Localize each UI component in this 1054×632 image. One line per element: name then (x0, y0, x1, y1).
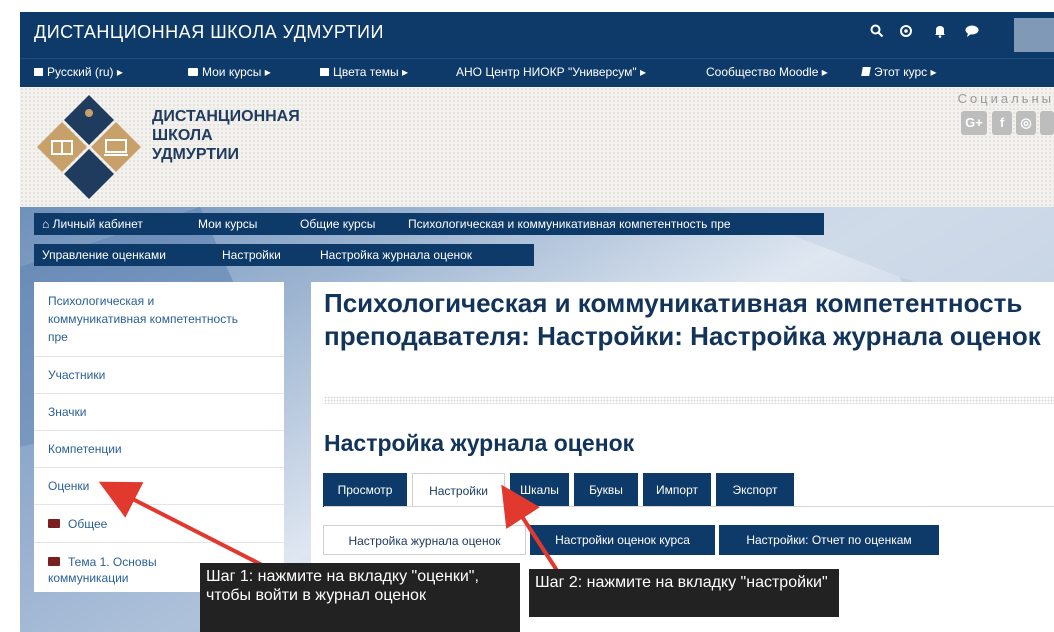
google-plus-icon[interactable]: G+ (961, 111, 987, 135)
section-title: Настройка журнала оценок (324, 430, 635, 456)
breadcrumb-gradebook-setup[interactable]: Настройка журнала оценок (312, 244, 534, 266)
menu-theme-colors-label: Цвета темы ▸ (333, 65, 409, 79)
tab-scales[interactable]: Шкалы (510, 473, 569, 507)
tab-import[interactable]: Импорт (643, 473, 711, 507)
logo-line-2: ШКОЛА (152, 127, 213, 144)
step1-callout: Шаг 1: нажмите на вкладку "оценки", чтоб… (200, 563, 520, 632)
breadcrumb-grade-admin[interactable]: Управление оценками (34, 244, 220, 266)
breadcrumb-separator (180, 213, 189, 235)
book-icon (861, 67, 871, 76)
tab-letters[interactable]: Буквы (574, 473, 638, 507)
breadcrumb-separator (282, 213, 291, 235)
breadcrumb-course[interactable]: Психологическая и коммуникативная компет… (400, 213, 824, 235)
chat-icon[interactable] (963, 24, 981, 42)
sidebar-item-competencies[interactable]: Компетенции (34, 431, 284, 468)
course-navigation-sidebar: Психологическая и коммуникативная компет… (34, 282, 284, 592)
bell-icon[interactable] (931, 24, 949, 42)
menu-my-courses[interactable]: Мои курсы ▸ (188, 65, 271, 79)
sidebar-item-topic-1-label: Тема 1. Основы коммуникации (48, 555, 157, 585)
site-header: ДИСТАНЦИОННАЯ ШКОЛА УДМУРТИИ Социальны G… (20, 87, 1054, 207)
logo-line-1: ДИСТАНЦИОННАЯ (152, 108, 300, 125)
breadcrumb-general-courses[interactable]: Общие курсы (292, 213, 406, 235)
subtab-grader-report-settings[interactable]: Настройки: Отчет по оценкам (719, 525, 939, 555)
menu-language-label: Русский (ru) ▸ (47, 65, 123, 79)
grid-icon (320, 68, 329, 76)
sidebar-item-general[interactable]: Общее (34, 505, 284, 543)
logo-line-3: УДМУРТИИ (152, 146, 240, 163)
menu-theme-colors[interactable]: Цвета темы ▸ (320, 65, 408, 79)
top-navbar: ДИСТАНЦИОННАЯ ШКОЛА УДМУРТИИ (20, 12, 1054, 58)
breadcrumb-dashboard[interactable]: ⌂ Личный кабинет (34, 213, 196, 235)
social-label: Социальны (957, 91, 1054, 106)
subtab-gradebook-setup[interactable]: Настройка журнала оценок (323, 525, 526, 555)
sidebar-item-competencies-label: Компетенции (48, 442, 122, 456)
breadcrumb-separator (808, 213, 817, 235)
facebook-icon[interactable]: f (992, 111, 1012, 135)
breadcrumb-separator (302, 244, 311, 266)
tab-view[interactable]: Просмотр (323, 473, 407, 507)
menu-language[interactable]: Русский (ru) ▸ (34, 65, 123, 79)
subtab-course-grade-settings[interactable]: Настройки оценок курса (530, 525, 715, 555)
breadcrumb-general-courses-label: Общие курсы (300, 217, 376, 231)
folder-icon (48, 519, 60, 528)
breadcrumb-gradebook-setup-label: Настройка журнала оценок (320, 248, 473, 262)
logo-text: ДИСТАНЦИОННАЯ ШКОЛА УДМУРТИИ (152, 107, 300, 164)
sidebar-item-topic-1[interactable]: Тема 1. Основы коммуникации (34, 543, 204, 592)
menu-universum-label: АНО Центр НИОКР "Универсум" ▸ (456, 65, 646, 79)
sidebar-item-badges[interactable]: Значки (34, 394, 284, 431)
breadcrumb-separator (390, 213, 399, 235)
menu-universum[interactable]: АНО Центр НИОКР "Универсум" ▸ (456, 65, 646, 79)
page-title: Психологическая и коммуникативная компет… (324, 288, 1041, 351)
breadcrumb-grade-admin-label: Управление оценками (42, 248, 166, 262)
briefcase-icon (188, 68, 198, 76)
step2-callout: Шаг 2: нажмите на вкладку "настройки" (529, 569, 839, 617)
tab-export[interactable]: Экспорт (716, 473, 794, 507)
sidebar-item-participants[interactable]: Участники (34, 357, 284, 394)
sidebar-item-grades-label: Оценки (48, 479, 90, 493)
sidebar-item-course[interactable]: Психологическая и коммуникативная компет… (34, 282, 254, 356)
flag-icon (34, 68, 43, 76)
menu-this-course[interactable]: Этот курс ▸ (861, 65, 937, 79)
title-divider (324, 396, 1054, 404)
custom-menu-bar: Русский (ru) ▸ Мои курсы ▸ Цвета темы ▸ … (20, 58, 1054, 87)
site-title[interactable]: ДИСТАНЦИОННАЯ ШКОЛА УДМУРТИИ (34, 22, 384, 43)
sidebar-item-grades[interactable]: Оценки (34, 468, 284, 505)
breadcrumb-separator (204, 244, 213, 266)
social-icon-cut[interactable] (1040, 111, 1054, 135)
breadcrumb-settings-label: Настройки (222, 248, 281, 262)
sidebar-item-participants-label: Участники (48, 368, 106, 382)
breadcrumb-course-label: Психологическая и коммуникативная компет… (408, 217, 731, 231)
user-avatar[interactable] (1014, 18, 1054, 52)
menu-moodle-community-label: Сообщество Moodle ▸ (706, 65, 828, 79)
tab-settings[interactable]: Настройки (412, 473, 505, 507)
sidebar-item-badges-label: Значки (48, 405, 87, 419)
sidebar-item-course-label: Психологическая и коммуникативная компет… (48, 294, 238, 344)
sidebar-item-general-label: Общее (68, 517, 108, 531)
target-icon[interactable] (897, 24, 915, 42)
breadcrumb-my-courses-label: Мои курсы (198, 217, 258, 231)
breadcrumb-dashboard-label: Личный кабинет (52, 217, 143, 231)
menu-my-courses-label: Мои курсы ▸ (202, 65, 271, 79)
site-logo[interactable] (34, 93, 144, 201)
home-icon: ⌂ (42, 217, 53, 231)
folder-icon (48, 557, 60, 566)
menu-this-course-label: Этот курс ▸ (874, 65, 937, 79)
search-icon[interactable] (868, 24, 886, 42)
tab-underline (324, 506, 1054, 507)
instagram-icon[interactable]: ◎ (1016, 111, 1036, 135)
menu-moodle-community[interactable]: Сообщество Moodle ▸ (706, 65, 828, 79)
